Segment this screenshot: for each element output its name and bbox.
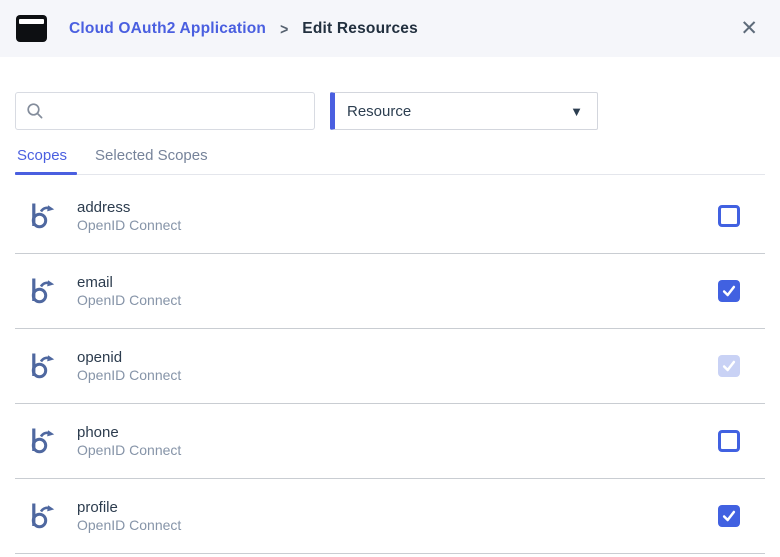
check-icon	[721, 283, 737, 299]
scope-checkbox[interactable]	[718, 430, 740, 452]
scope-name: address	[77, 199, 181, 217]
scope-provider: OpenID Connect	[77, 517, 181, 534]
scope-checkbox	[718, 355, 740, 377]
scope-provider: OpenID Connect	[77, 217, 181, 234]
scope-texts: address OpenID Connect	[77, 199, 181, 234]
scope-row: profile OpenID Connect	[15, 479, 765, 554]
scope-row: phone OpenID Connect	[15, 404, 765, 479]
scope-list: address OpenID Connect email OpenID Conn…	[15, 175, 765, 554]
search-box[interactable]	[15, 92, 315, 130]
scope-name: profile	[77, 499, 181, 517]
scope-name: email	[77, 274, 181, 292]
search-input[interactable]	[52, 102, 304, 121]
resource-dropdown[interactable]: Resource ▼	[330, 92, 598, 130]
close-icon[interactable]: ✕	[736, 14, 762, 43]
scope-checkbox[interactable]	[718, 280, 740, 302]
openid-connect-icon	[27, 276, 55, 306]
chevron-right-icon: >	[280, 19, 288, 37]
openid-connect-icon	[27, 201, 55, 231]
chevron-down-icon: ▼	[570, 105, 583, 118]
dialog-header: Cloud OAuth2 Application > Edit Resource…	[0, 0, 780, 57]
scope-provider: OpenID Connect	[77, 367, 181, 384]
breadcrumb: Cloud OAuth2 Application > Edit Resource…	[69, 20, 418, 38]
scope-row: email OpenID Connect	[15, 254, 765, 329]
scope-checkbox[interactable]	[718, 205, 740, 227]
openid-connect-icon	[27, 501, 55, 531]
scope-provider: OpenID Connect	[77, 292, 181, 309]
scope-row: address OpenID Connect	[15, 179, 765, 254]
scope-texts: profile OpenID Connect	[77, 499, 181, 534]
scope-checkbox[interactable]	[718, 505, 740, 527]
scope-texts: email OpenID Connect	[77, 274, 181, 309]
scope-row: openid OpenID Connect	[15, 329, 765, 404]
scope-name: phone	[77, 424, 181, 442]
breadcrumb-link-app[interactable]: Cloud OAuth2 Application	[69, 20, 266, 38]
openid-connect-icon	[27, 426, 55, 456]
application-window-icon	[16, 15, 47, 42]
scope-provider: OpenID Connect	[77, 442, 181, 459]
tab-selected-scopes[interactable]: Selected Scopes	[93, 142, 234, 174]
scope-name: openid	[77, 349, 181, 367]
openid-connect-icon	[27, 351, 55, 381]
tab-scopes[interactable]: Scopes	[15, 142, 93, 174]
scope-texts: phone OpenID Connect	[77, 424, 181, 459]
scope-texts: openid OpenID Connect	[77, 349, 181, 384]
toolbar: Resource ▼	[15, 92, 765, 130]
resource-dropdown-value: Resource	[347, 103, 411, 120]
check-icon	[721, 358, 737, 374]
page-title: Edit Resources	[302, 20, 418, 38]
check-icon	[721, 508, 737, 524]
search-icon	[26, 102, 44, 120]
tab-bar: Scopes Selected Scopes	[15, 142, 765, 175]
